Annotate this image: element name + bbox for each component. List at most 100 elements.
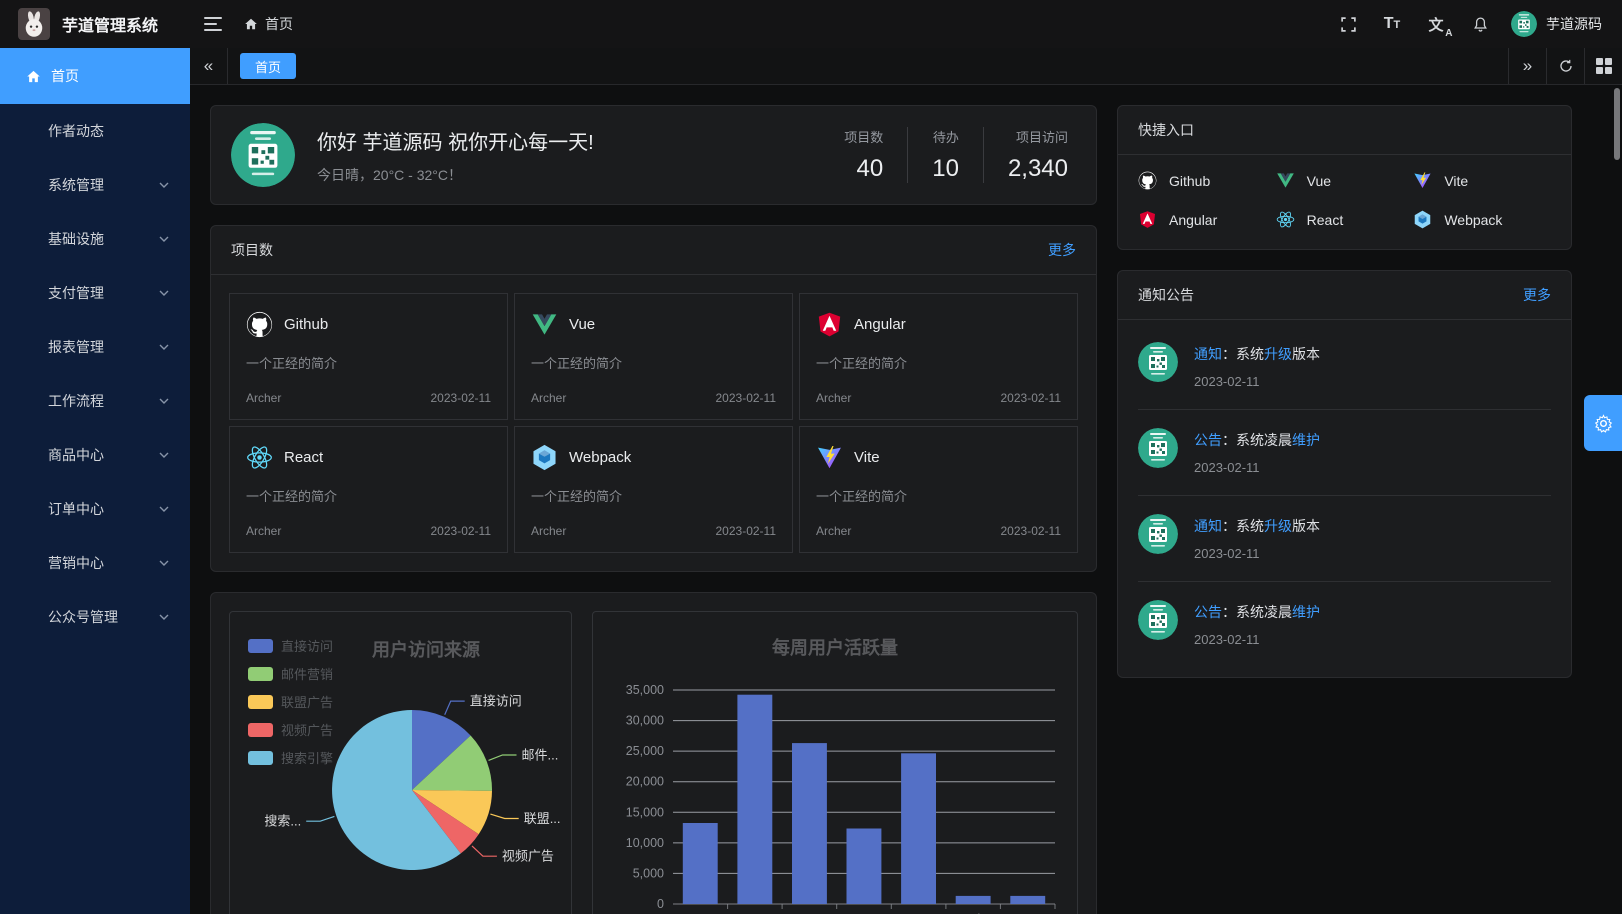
legend-swatch bbox=[248, 639, 273, 653]
angular-icon bbox=[816, 311, 843, 338]
svg-text:视频广告: 视频广告 bbox=[502, 849, 554, 864]
webpack-icon bbox=[531, 444, 558, 471]
fullscreen-icon[interactable] bbox=[1331, 7, 1365, 41]
chevron-down-icon bbox=[158, 611, 170, 623]
notice-text: 公告：系统凌晨维护 bbox=[1194, 602, 1320, 622]
page-scrollbar[interactable] bbox=[1614, 88, 1620, 908]
settings-drawer-button[interactable] bbox=[1584, 395, 1622, 451]
chevron-down-icon bbox=[158, 395, 170, 407]
shortcut-angular[interactable]: Angular bbox=[1138, 210, 1276, 229]
stat-label: 项目访问 bbox=[1008, 127, 1068, 146]
stat-value: 10 bbox=[932, 155, 959, 183]
sidebar-item-infra[interactable]: 基础设施 bbox=[0, 212, 190, 266]
project-name: Vite bbox=[854, 449, 880, 466]
refresh-icon[interactable] bbox=[1546, 48, 1584, 84]
project-date: 2023-02-11 bbox=[431, 391, 492, 405]
shortcuts-card: 快捷入口 Github Vue Vite Angular React Webpa… bbox=[1117, 105, 1572, 250]
project-date: 2023-02-11 bbox=[716, 524, 777, 538]
project-card-angular[interactable]: Angular 一个正经的简介 Archer2023-02-11 bbox=[799, 293, 1078, 420]
notice-qr-avatar bbox=[1138, 342, 1178, 382]
sidebar-item-author-news[interactable]: 作者动态 bbox=[0, 104, 190, 158]
shortcut-label: Vite bbox=[1444, 173, 1468, 189]
chevron-down-icon bbox=[158, 233, 170, 245]
project-card-webpack[interactable]: Webpack 一个正经的简介 Archer2023-02-11 bbox=[514, 426, 793, 553]
sidebar-item-label: 公众号管理 bbox=[48, 607, 118, 627]
project-card-react[interactable]: React 一个正经的简介 Archer2023-02-11 bbox=[229, 426, 508, 553]
sidebar-item-payment[interactable]: 支付管理 bbox=[0, 266, 190, 320]
shortcut-label: React bbox=[1307, 212, 1344, 228]
bell-icon[interactable] bbox=[1463, 7, 1497, 41]
layout-grid-icon[interactable] bbox=[1584, 48, 1622, 84]
project-card-vue[interactable]: Vue 一个正经的简介 Archer2023-02-11 bbox=[514, 293, 793, 420]
sidebar-item-label: 报表管理 bbox=[48, 337, 104, 357]
svg-text:20,000: 20,000 bbox=[626, 775, 664, 789]
legend-label: 联盟广告 bbox=[281, 692, 333, 711]
topbar-actions: TT 文A 芋道源码 bbox=[1331, 7, 1622, 41]
notice-date: 2023-02-11 bbox=[1194, 632, 1320, 647]
legend-item[interactable]: 邮件营销 bbox=[248, 664, 333, 683]
sidebar-item-system[interactable]: 系统管理 bbox=[0, 158, 190, 212]
brand[interactable]: 芋道管理系统 bbox=[0, 8, 190, 40]
legend-item[interactable]: 搜索引擎 bbox=[248, 748, 333, 767]
sidebar-item-wechat[interactable]: 公众号管理 bbox=[0, 590, 190, 644]
tab-bar: « 首页 » bbox=[190, 48, 1622, 85]
tab-home[interactable]: 首页 bbox=[240, 53, 296, 79]
legend-item[interactable]: 视频广告 bbox=[248, 720, 333, 739]
sidebar-item-report[interactable]: 报表管理 bbox=[0, 320, 190, 374]
user-menu[interactable]: 芋道源码 bbox=[1511, 11, 1602, 37]
svg-text:5,000: 5,000 bbox=[633, 866, 664, 880]
font-size-icon[interactable]: TT bbox=[1375, 7, 1409, 41]
shortcut-vue[interactable]: Vue bbox=[1276, 171, 1414, 190]
project-author: Archer bbox=[816, 524, 851, 538]
welcome-card: 你好 芋道源码 祝你开心每一天! 今日晴，20°C - 32°C！ 项目数 40… bbox=[210, 105, 1097, 205]
project-card-github[interactable]: Github 一个正经的简介 Archer2023-02-11 bbox=[229, 293, 508, 420]
legend-swatch bbox=[248, 723, 273, 737]
sidebar-item-label: 营销中心 bbox=[48, 553, 104, 573]
project-card-vite[interactable]: Vite 一个正经的简介 Archer2023-02-11 bbox=[799, 426, 1078, 553]
chevron-down-icon bbox=[158, 557, 170, 569]
shortcut-webpack[interactable]: Webpack bbox=[1413, 210, 1551, 229]
notice-list: 通知：系统升级版本 2023-02-11 公告：系统凌晨维护 2023-02-1… bbox=[1118, 320, 1571, 677]
projects-more-link[interactable]: 更多 bbox=[1048, 240, 1076, 260]
notice-item[interactable]: 通知：系统升级版本 2023-02-11 bbox=[1138, 324, 1551, 410]
shortcut-vite[interactable]: Vite bbox=[1413, 171, 1551, 190]
shortcut-react[interactable]: React bbox=[1276, 210, 1414, 229]
sidebar-item-home[interactable]: 首页 bbox=[0, 48, 190, 104]
language-icon[interactable]: 文A bbox=[1419, 7, 1453, 41]
legend-item[interactable]: 联盟广告 bbox=[248, 692, 333, 711]
project-name: Webpack bbox=[569, 449, 631, 466]
tabs-scroll-left-icon[interactable]: « bbox=[190, 48, 228, 84]
shortcut-label: Vue bbox=[1307, 173, 1331, 189]
legend-item[interactable]: 直接访问 bbox=[248, 636, 333, 655]
sidebar-item-label: 支付管理 bbox=[48, 283, 104, 303]
notice-text: 通知：系统升级版本 bbox=[1194, 516, 1320, 536]
notice-item[interactable]: 通知：系统升级版本 2023-02-11 bbox=[1138, 496, 1551, 582]
stat-todo: 待办 10 bbox=[907, 127, 983, 183]
welcome-qr-avatar bbox=[231, 123, 295, 187]
sidebar-item-workflow[interactable]: 工作流程 bbox=[0, 374, 190, 428]
breadcrumb[interactable]: 首页 bbox=[244, 14, 293, 34]
svg-text:10,000: 10,000 bbox=[626, 836, 664, 850]
project-desc: 一个正经的简介 bbox=[531, 353, 776, 372]
sidebar-item-label: 系统管理 bbox=[48, 175, 104, 195]
stat-value: 2,340 bbox=[1008, 155, 1068, 183]
sidebar-item-product[interactable]: 商品中心 bbox=[0, 428, 190, 482]
home-icon bbox=[26, 69, 41, 84]
shortcut-github[interactable]: Github bbox=[1138, 171, 1276, 190]
svg-text:25,000: 25,000 bbox=[626, 744, 664, 758]
sidebar-item-marketing[interactable]: 营销中心 bbox=[0, 536, 190, 590]
projects-card: 项目数 更多 Github 一个正经的简介 Archer2023-02-11 V… bbox=[210, 225, 1097, 572]
user-name: 芋道源码 bbox=[1546, 14, 1602, 34]
tabs-scroll-right-icon[interactable]: » bbox=[1508, 48, 1546, 84]
chevron-down-icon bbox=[158, 287, 170, 299]
scrollbar-thumb[interactable] bbox=[1614, 88, 1620, 160]
chevron-down-icon bbox=[158, 503, 170, 515]
projects-grid: Github 一个正经的简介 Archer2023-02-11 Vue 一个正经… bbox=[211, 275, 1096, 571]
bar-chart-title: 每周用户活跃量 bbox=[593, 634, 1077, 660]
notice-item[interactable]: 公告：系统凌晨维护 2023-02-11 bbox=[1138, 410, 1551, 496]
notices-more-link[interactable]: 更多 bbox=[1523, 285, 1551, 305]
menu-collapse-icon[interactable] bbox=[196, 7, 230, 41]
sidebar-item-order[interactable]: 订单中心 bbox=[0, 482, 190, 536]
notice-item[interactable]: 公告：系统凌晨维护 2023-02-11 bbox=[1138, 582, 1551, 667]
sidebar-item-label: 首页 bbox=[51, 66, 79, 86]
